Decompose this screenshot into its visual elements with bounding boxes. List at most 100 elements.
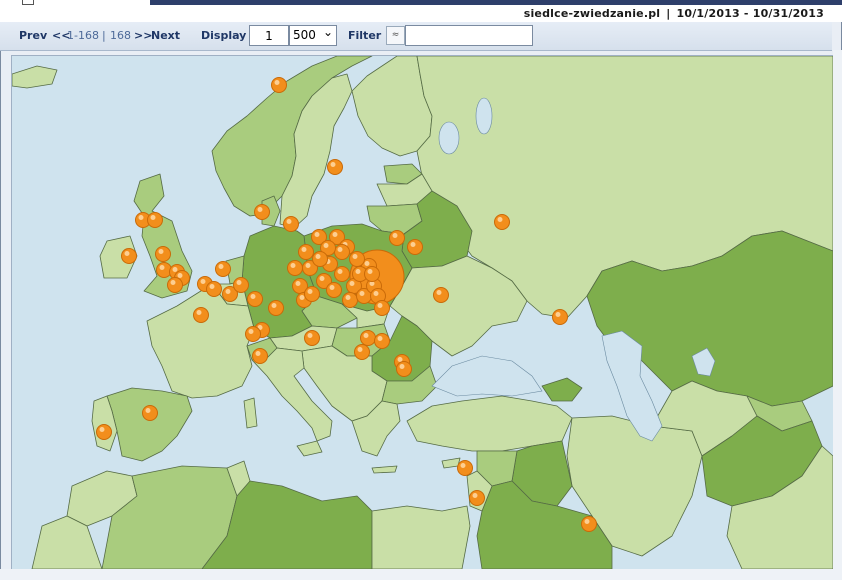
- visit-marker[interactable]: [304, 286, 320, 302]
- visit-marker-highlight: [332, 232, 338, 237]
- visit-marker-highlight: [329, 285, 335, 290]
- page-size-value: 500: [293, 28, 316, 42]
- visit-marker[interactable]: [327, 159, 343, 175]
- visit-marker-highlight: [314, 232, 320, 237]
- report-header: siedlce-zwiedzanie.pl | 10/1/2013 - 10/31/…: [524, 7, 824, 20]
- visit-marker-highlight: [305, 263, 311, 268]
- visit-marker-highlight: [555, 312, 561, 317]
- visit-marker-highlight: [345, 295, 351, 300]
- filter-icon[interactable]: ≈: [386, 26, 405, 45]
- visit-marker[interactable]: [374, 300, 390, 316]
- visit-marker[interactable]: [469, 490, 485, 506]
- visit-marker-highlight: [200, 279, 206, 284]
- visit-marker[interactable]: [334, 266, 350, 282]
- visit-marker-highlight: [472, 493, 478, 498]
- bottom-margin: [0, 569, 842, 580]
- visit-marker-highlight: [367, 269, 373, 274]
- visit-marker[interactable]: [494, 214, 510, 230]
- visit-marker-highlight: [290, 263, 296, 268]
- visit-marker-highlight: [364, 261, 370, 266]
- right-margin: [833, 50, 842, 578]
- visit-marker[interactable]: [389, 230, 405, 246]
- title-bar: siedlce-zwiedzanie.pl | 10/1/2013 - 10/31/…: [0, 0, 842, 22]
- title-bar-accent: [150, 0, 842, 5]
- visit-marker-highlight: [196, 310, 202, 315]
- next-link[interactable]: Next: [151, 29, 180, 42]
- visit-marker-highlight: [170, 280, 176, 285]
- visit-marker[interactable]: [254, 204, 270, 220]
- visit-marker-highlight: [271, 303, 277, 308]
- visit-marker[interactable]: [233, 277, 249, 293]
- visit-marker[interactable]: [147, 212, 163, 228]
- date-range: 10/1/2013 - 10/31/2013: [676, 7, 824, 20]
- visit-marker-highlight: [397, 357, 403, 362]
- visit-marker-highlight: [363, 333, 369, 338]
- filter-input[interactable]: [405, 25, 533, 46]
- visit-marker[interactable]: [360, 330, 376, 346]
- visit-marker[interactable]: [155, 246, 171, 262]
- visit-marker-highlight: [257, 207, 263, 212]
- visit-marker[interactable]: [252, 348, 268, 364]
- visit-marker[interactable]: [247, 291, 263, 307]
- visit-marker[interactable]: [312, 251, 328, 267]
- visit-marker-highlight: [177, 273, 183, 278]
- visit-marker[interactable]: [457, 460, 473, 476]
- site-name: siedlce-zwiedzanie.pl: [523, 7, 661, 20]
- next-arrows-icon[interactable]: >>: [134, 29, 152, 42]
- visit-marker[interactable]: [287, 260, 303, 276]
- europe-map[interactable]: [12, 56, 833, 569]
- visit-marker-highlight: [299, 295, 305, 300]
- visit-marker[interactable]: [326, 282, 342, 298]
- visit-marker-highlight: [236, 280, 242, 285]
- navigation-bar: Prev << 1-168 | 168 >> Next Display 500 …: [0, 22, 832, 51]
- visit-marker-highlight: [584, 519, 590, 524]
- visit-marker-highlight: [352, 254, 358, 259]
- visit-marker-highlight: [255, 351, 261, 356]
- visit-marker-highlight: [497, 217, 503, 222]
- visit-marker[interactable]: [96, 424, 112, 440]
- visit-marker[interactable]: [552, 309, 568, 325]
- visit-marker-highlight: [319, 276, 325, 281]
- visit-marker[interactable]: [283, 216, 299, 232]
- visit-marker[interactable]: [215, 261, 231, 277]
- visit-marker[interactable]: [407, 239, 423, 255]
- prev-link[interactable]: Prev: [19, 29, 47, 42]
- visit-marker[interactable]: [271, 77, 287, 93]
- visit-marker[interactable]: [354, 344, 370, 360]
- visit-marker-highlight: [301, 247, 307, 252]
- visit-marker[interactable]: [206, 281, 222, 297]
- visit-marker-highlight: [99, 427, 105, 432]
- visit-marker[interactable]: [193, 307, 209, 323]
- visit-marker[interactable]: [349, 251, 365, 267]
- visit-marker[interactable]: [245, 326, 261, 342]
- visit-marker[interactable]: [121, 248, 137, 264]
- map-overlay[interactable]: [11, 55, 834, 570]
- visit-marker[interactable]: [142, 405, 158, 421]
- visit-marker-highlight: [124, 251, 130, 256]
- visit-marker[interactable]: [304, 330, 320, 346]
- visit-marker-highlight: [158, 249, 164, 254]
- visit-marker[interactable]: [374, 333, 390, 349]
- visit-marker-highlight: [357, 347, 363, 352]
- visit-marker-highlight: [250, 294, 256, 299]
- country-egypt[interactable]: [371, 505, 471, 569]
- visit-marker[interactable]: [396, 361, 412, 377]
- visit-marker-highlight: [410, 242, 416, 247]
- visit-marker-highlight: [323, 243, 329, 248]
- page-size-select[interactable]: 500 ⌄: [289, 25, 337, 46]
- visit-marker[interactable]: [581, 516, 597, 532]
- visit-marker-highlight: [392, 233, 398, 238]
- visit-marker[interactable]: [334, 244, 350, 260]
- visit-marker[interactable]: [298, 244, 314, 260]
- header-separator: |: [666, 7, 671, 20]
- visit-marker-highlight: [150, 215, 156, 220]
- visit-marker[interactable]: [342, 292, 358, 308]
- visit-marker[interactable]: [364, 266, 380, 282]
- visit-marker[interactable]: [268, 300, 284, 316]
- visit-marker[interactable]: [156, 262, 172, 278]
- visit-marker[interactable]: [433, 287, 449, 303]
- display-start-input[interactable]: [249, 25, 289, 46]
- visit-marker[interactable]: [167, 277, 183, 293]
- lake-ladoga: [438, 121, 460, 155]
- visit-marker-highlight: [355, 269, 361, 274]
